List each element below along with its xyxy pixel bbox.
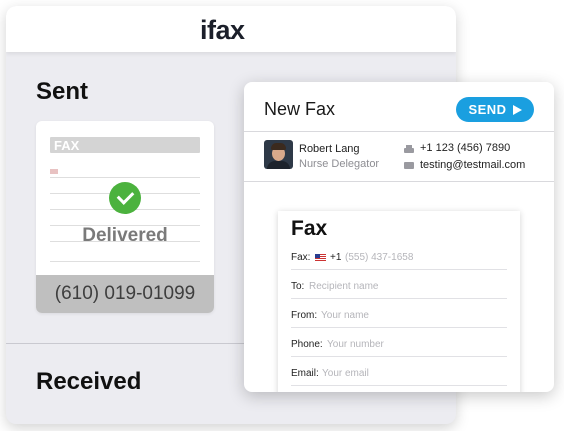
field-label: Fax: xyxy=(291,252,311,263)
logo-text: ifax xyxy=(200,14,245,45)
email-placeholder: Your email xyxy=(322,368,369,379)
phone-placeholder: Your number xyxy=(327,339,384,350)
send-button-label: SEND xyxy=(468,102,507,117)
send-arrow-icon xyxy=(512,104,522,115)
new-fax-title: New Fax xyxy=(264,99,336,119)
header-divider xyxy=(244,131,554,132)
email-field[interactable]: Email: Your email xyxy=(291,357,507,386)
delivered-check-icon xyxy=(109,182,141,214)
received-section-title: Received xyxy=(36,368,142,395)
checkmark-icon xyxy=(116,187,134,205)
sender-fax-number: +1 123 (456) 7890 xyxy=(420,142,511,154)
recipient-phone: (610) 019-01099 xyxy=(36,275,214,313)
field-label: From: xyxy=(291,310,318,321)
sender-divider xyxy=(244,181,554,182)
from-name-placeholder: Your name xyxy=(321,310,369,321)
thumbnail-flag-icon xyxy=(50,169,58,174)
fax-thumbnail: FAX xyxy=(50,137,200,262)
sender-email: testing@testmail.com xyxy=(420,159,526,171)
sender-name: Robert Lang xyxy=(299,143,360,155)
recipient-name-field[interactable]: To: Recipient name xyxy=(291,270,507,299)
recipient-name-placeholder: Recipient name xyxy=(309,281,379,292)
fax-number-placeholder: (555) 437-1658 xyxy=(345,252,414,263)
fax-cover-form: Fax Fax: +1 (555) 437-1658 To: Recipient… xyxy=(278,211,520,392)
field-label: Phone: xyxy=(291,339,323,350)
country-code: +1 xyxy=(330,252,342,263)
sent-section-title: Sent xyxy=(36,78,89,105)
fax-number-field[interactable]: Fax: +1 (555) 437-1658 xyxy=(291,241,507,270)
thumbnail-header: FAX xyxy=(50,137,200,153)
avatar-body xyxy=(267,161,290,169)
avatar-hair xyxy=(271,143,286,150)
thumbnail-line xyxy=(50,261,200,262)
delivery-status: Delivered xyxy=(82,225,168,246)
fax-machine-icon xyxy=(404,145,414,153)
phone-field[interactable]: Phone: Your number xyxy=(291,328,507,357)
from-name-field[interactable]: From: Your name xyxy=(291,299,507,328)
send-button[interactable]: SEND xyxy=(456,97,534,122)
us-flag-icon xyxy=(315,254,326,261)
thumbnail-title: FAX xyxy=(54,138,80,153)
field-label: To: xyxy=(291,281,305,292)
mail-icon xyxy=(404,162,414,169)
sender-role: Nurse Delegator xyxy=(299,158,380,170)
avatar xyxy=(264,140,293,169)
field-label: Email: xyxy=(291,368,319,379)
thumbnail-line xyxy=(50,177,200,178)
app-header: ifax xyxy=(6,6,456,52)
form-title: Fax xyxy=(291,217,328,240)
new-fax-panel: New Fax SEND Robert Lang Nurse Delegator… xyxy=(244,82,554,392)
ifax-logo: ifax xyxy=(200,15,245,45)
sent-fax-card[interactable]: FAX Delivered (610) 019-01099 xyxy=(36,121,214,313)
